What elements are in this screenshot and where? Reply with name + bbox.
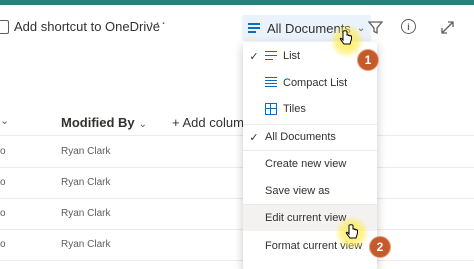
tiles-icon [265,103,277,115]
menu-item-tiles[interactable]: Tiles [243,96,377,122]
modified-by-cell: Ryan Clark [61,177,111,188]
menu-item-label: Edit current view [265,212,347,224]
expand-icon[interactable] [439,19,455,35]
table-row[interactable]: o Ryan Clark [0,199,474,230]
callout-badge: 2 [369,236,391,258]
menu-item-label: Create new view [265,158,347,170]
checkmark-icon: ✓ [249,131,259,144]
list-header-row: ⌄ Modified By ⌄ + Add column [0,108,474,136]
modified-by-cell: Ryan Clark [61,146,111,157]
row-left-fragment: o [0,177,6,188]
add-shortcut-label: Add shortcut to OneDrive [14,18,160,34]
table-row[interactable]: o Ryan Clark [0,137,474,168]
command-bar: Add shortcut to OneDrive ··· All Documen… [0,5,474,45]
add-column-button[interactable]: + Add column [172,115,251,130]
chevron-down-icon: ⌄ [138,119,148,130]
shortcut-icon [0,19,10,34]
info-icon[interactable]: i [401,19,416,34]
compact-list-icon [265,77,277,89]
view-options-icon [248,23,260,33]
column-header-modified-by[interactable]: Modified By ⌄ [61,115,147,130]
modified-by-cell: Ryan Clark [61,239,111,250]
menu-item-label: Compact List [283,77,348,89]
menu-item-label: All Documents [265,131,336,143]
menu-item-label: Tiles [283,103,306,115]
menu-item-create-new-view[interactable]: Create new view [243,151,377,177]
menu-item-label: List [283,50,301,62]
menu-item-compact-list[interactable]: Compact List [243,70,377,96]
checkmark-icon: ✓ [249,50,259,63]
modified-by-label: Modified By [61,115,135,130]
table-row[interactable]: o Ryan Clark [0,168,474,199]
menu-item-save-view-as[interactable]: Save view as [243,178,377,204]
row-left-fragment: o [0,239,6,250]
add-shortcut-button[interactable]: Add shortcut to OneDrive [0,15,160,37]
row-left-fragment: o [0,208,6,219]
hand-cursor-icon [339,30,352,45]
more-options-button[interactable]: ··· [149,14,167,31]
menu-item-label: Save view as [265,185,330,197]
table-row[interactable]: o Ryan Clark [0,230,474,261]
hand-cursor-icon [345,224,358,239]
callout-badge: 1 [357,49,379,71]
row-left-fragment: o [0,146,6,157]
menu-item-all-documents[interactable]: ✓ All Documents [243,124,377,150]
column-chevron-icon[interactable]: ⌄ [0,114,9,127]
filter-icon[interactable] [367,19,383,35]
modified-by-cell: Ryan Clark [61,208,111,219]
list-icon [265,50,277,62]
